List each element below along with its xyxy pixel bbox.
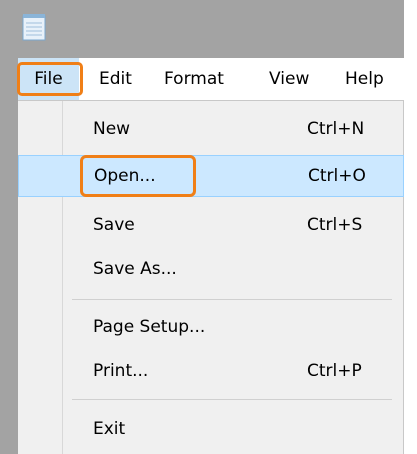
- window-left-frame: [0, 58, 18, 454]
- menu-item-save-as[interactable]: Save As...: [18, 248, 404, 290]
- menu-item-shortcut: Ctrl+N: [307, 119, 365, 139]
- menu-item-label: Page Setup...: [93, 317, 206, 337]
- menu-help[interactable]: Help: [345, 58, 384, 100]
- menu-item-label: Open...: [94, 166, 156, 186]
- menu-item-page-setup[interactable]: Page Setup...: [18, 306, 404, 348]
- menu-separator: [72, 399, 392, 400]
- menu-item-shortcut: Ctrl+O: [308, 166, 366, 186]
- notepad-icon: [22, 13, 46, 41]
- menu-edit[interactable]: Edit: [99, 58, 132, 100]
- title-bar: [0, 0, 404, 58]
- window-right-edge: [404, 0, 417, 454]
- menu-separator: [72, 299, 392, 300]
- menu-item-label: Save As...: [93, 259, 177, 279]
- notepad-window: File Edit Format View Help New Ctrl+N Op…: [0, 0, 417, 454]
- menu-item-label: Exit: [93, 419, 126, 439]
- menu-item-new[interactable]: New Ctrl+N: [18, 108, 404, 150]
- menu-item-label: New: [93, 119, 131, 139]
- menu-item-label: Print...: [93, 361, 149, 381]
- menu-item-exit[interactable]: Exit: [18, 408, 404, 450]
- menu-item-label: Save: [93, 215, 135, 235]
- menu-format[interactable]: Format: [164, 58, 224, 100]
- menu-item-shortcut: Ctrl+S: [307, 215, 363, 235]
- menu-item-print[interactable]: Print... Ctrl+P: [18, 350, 404, 392]
- menu-bar: File Edit Format View Help: [18, 58, 404, 101]
- menu-view[interactable]: View: [269, 58, 309, 100]
- menu-file[interactable]: File: [18, 58, 79, 100]
- menu-item-save[interactable]: Save Ctrl+S: [18, 204, 404, 246]
- menu-item-open[interactable]: Open... Ctrl+O: [18, 155, 404, 197]
- menu-item-shortcut: Ctrl+P: [307, 361, 362, 381]
